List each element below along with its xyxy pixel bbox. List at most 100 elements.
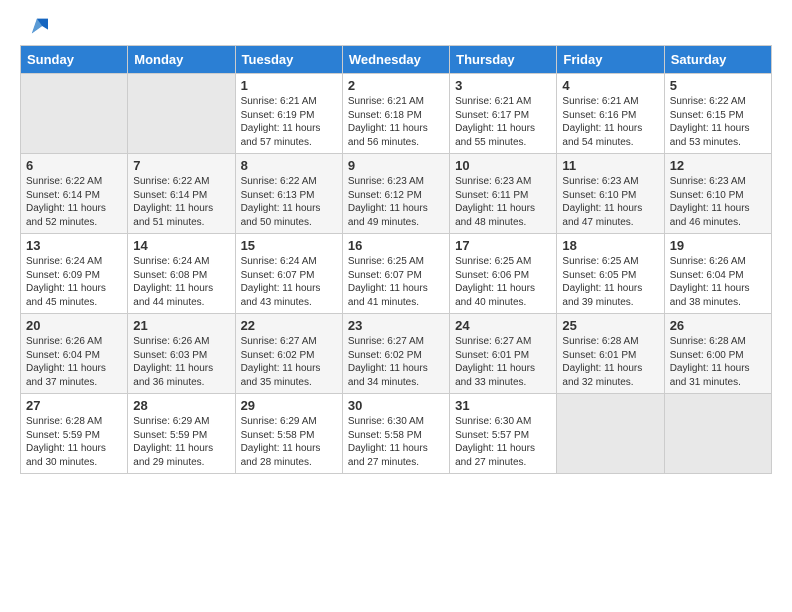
calendar-cell: 24Sunrise: 6:27 AM Sunset: 6:01 PM Dayli… — [450, 314, 557, 394]
calendar-cell: 3 Sunrise: 6:21 AM Sunset: 6:17 PM Daylig… — [450, 74, 557, 154]
cell-info: Sunrise: 6:21 AM Sunset: 6:17 PM Dayligh… — [455, 95, 551, 149]
day-number: 22 — [241, 318, 337, 333]
day-number: 4 — [562, 78, 658, 93]
cell-info: Sunrise: 6:24 AM Sunset: 6:09 PM Dayligh… — [26, 255, 122, 309]
day-number: 19 — [670, 238, 766, 253]
calendar-cell — [664, 394, 771, 474]
day-number: 6 — [26, 158, 122, 173]
calendar-cell: 27 Sunrise: 6:28 AM Sunset: 5:59 PM Dayli… — [21, 394, 128, 474]
calendar-cell — [128, 74, 235, 154]
day-number: 3 — [455, 78, 551, 93]
day-number: 27 — [26, 398, 122, 413]
calendar-cell: 13 Sunrise: 6:24 AM Sunset: 6:09 PM Dayli… — [21, 234, 128, 314]
cell-info: Sunrise: 6:29 AM Sunset: 5:59 PM Dayligh… — [133, 415, 229, 469]
day-number: 11 — [562, 158, 658, 173]
cell-info: Sunrise: 6:26 AM Sunset: 6:03 PM Dayligh… — [133, 335, 229, 389]
page: SundayMondayTuesdayWednesdayThursdayFrid… — [0, 0, 792, 612]
day-number: 30 — [348, 398, 444, 413]
day-header-saturday: Saturday — [664, 46, 771, 74]
cell-info: Sunrise: 6:27 AM Sunset: 6:02 PM Dayligh… — [241, 335, 337, 389]
cell-info: Sunrise: 6:23 AM Sunset: 6:12 PM Dayligh… — [348, 175, 444, 229]
cell-info: Sunrise: 6:24 AM Sunset: 6:08 PM Dayligh… — [133, 255, 229, 309]
calendar-cell: 16 Sunrise: 6:25 AM Sunset: 6:07 PM Dayli… — [342, 234, 449, 314]
cell-info: Sunrise: 6:22 AM Sunset: 6:14 PM Dayligh… — [26, 175, 122, 229]
calendar-cell — [21, 74, 128, 154]
cell-info: Sunrise: 6:27 AM Sunset: 6:02 PM Dayligh… — [348, 335, 444, 389]
calendar-cell: 29 Sunrise: 6:29 AM Sunset: 5:58 PM Dayli… — [235, 394, 342, 474]
day-number: 17 — [455, 238, 551, 253]
calendar-table: SundayMondayTuesdayWednesdayThursdayFrid… — [20, 45, 772, 474]
day-number: 29 — [241, 398, 337, 413]
day-number: 9 — [348, 158, 444, 173]
day-number: 18 — [562, 238, 658, 253]
day-header-thursday: Thursday — [450, 46, 557, 74]
day-number: 21 — [133, 318, 229, 333]
cell-info: Sunrise: 6:25 AM Sunset: 6:06 PM Dayligh… — [455, 255, 551, 309]
day-header-friday: Friday — [557, 46, 664, 74]
cell-info: Sunrise: 6:23 AM Sunset: 6:10 PM Dayligh… — [562, 175, 658, 229]
calendar-cell: 9 Sunrise: 6:23 AM Sunset: 6:12 PM Daylig… — [342, 154, 449, 234]
calendar-cell: 11 Sunrise: 6:23 AM Sunset: 6:10 PM Dayli… — [557, 154, 664, 234]
day-number: 12 — [670, 158, 766, 173]
calendar-cell: 1Sunrise: 6:21 AM Sunset: 6:19 PM Daylig… — [235, 74, 342, 154]
day-number: 13 — [26, 238, 122, 253]
cell-info: Sunrise: 6:22 AM Sunset: 6:14 PM Dayligh… — [133, 175, 229, 229]
cell-info: Sunrise: 6:26 AM Sunset: 6:04 PM Dayligh… — [26, 335, 122, 389]
day-header-monday: Monday — [128, 46, 235, 74]
calendar-cell: 18 Sunrise: 6:25 AM Sunset: 6:05 PM Dayli… — [557, 234, 664, 314]
day-number: 25 — [562, 318, 658, 333]
day-number: 15 — [241, 238, 337, 253]
day-number: 7 — [133, 158, 229, 173]
calendar-cell: 6 Sunrise: 6:22 AM Sunset: 6:14 PM Daylig… — [21, 154, 128, 234]
day-number: 8 — [241, 158, 337, 173]
day-number: 14 — [133, 238, 229, 253]
cell-info: Sunrise: 6:26 AM Sunset: 6:04 PM Dayligh… — [670, 255, 766, 309]
calendar-cell: 21 Sunrise: 6:26 AM Sunset: 6:03 PM Dayli… — [128, 314, 235, 394]
cell-info: Sunrise: 6:28 AM Sunset: 6:00 PM Dayligh… — [670, 335, 766, 389]
day-number: 26 — [670, 318, 766, 333]
day-number: 10 — [455, 158, 551, 173]
calendar-cell: 30Sunrise: 6:30 AM Sunset: 5:58 PM Dayli… — [342, 394, 449, 474]
cell-info: Sunrise: 6:28 AM Sunset: 6:01 PM Dayligh… — [562, 335, 658, 389]
calendar-cell: 7 Sunrise: 6:22 AM Sunset: 6:14 PM Daylig… — [128, 154, 235, 234]
day-number: 5 — [670, 78, 766, 93]
cell-info: Sunrise: 6:21 AM Sunset: 6:16 PM Dayligh… — [562, 95, 658, 149]
cell-info: Sunrise: 6:23 AM Sunset: 6:10 PM Dayligh… — [670, 175, 766, 229]
cell-info: Sunrise: 6:30 AM Sunset: 5:57 PM Dayligh… — [455, 415, 551, 469]
calendar-cell: 4 Sunrise: 6:21 AM Sunset: 6:16 PM Daylig… — [557, 74, 664, 154]
cell-info: Sunrise: 6:21 AM Sunset: 6:19 PM Dayligh… — [241, 95, 337, 149]
day-header-sunday: Sunday — [21, 46, 128, 74]
calendar-cell: 12 Sunrise: 6:23 AM Sunset: 6:10 PM Dayli… — [664, 154, 771, 234]
calendar-cell: 26 Sunrise: 6:28 AM Sunset: 6:00 PM Dayli… — [664, 314, 771, 394]
cell-info: Sunrise: 6:27 AM Sunset: 6:01 PM Dayligh… — [455, 335, 551, 389]
calendar-cell: 19 Sunrise: 6:26 AM Sunset: 6:04 PM Dayli… — [664, 234, 771, 314]
day-number: 16 — [348, 238, 444, 253]
cell-info: Sunrise: 6:24 AM Sunset: 6:07 PM Dayligh… — [241, 255, 337, 309]
cell-info: Sunrise: 6:22 AM Sunset: 6:15 PM Dayligh… — [670, 95, 766, 149]
calendar-cell — [557, 394, 664, 474]
day-header-tuesday: Tuesday — [235, 46, 342, 74]
header — [20, 15, 772, 37]
calendar-cell: 22 Sunrise: 6:27 AM Sunset: 6:02 PM Dayli… — [235, 314, 342, 394]
cell-info: Sunrise: 6:21 AM Sunset: 6:18 PM Dayligh… — [348, 95, 444, 149]
calendar-cell: 2 Sunrise: 6:21 AM Sunset: 6:18 PM Daylig… — [342, 74, 449, 154]
calendar-cell: 8Sunrise: 6:22 AM Sunset: 6:13 PM Daylig… — [235, 154, 342, 234]
calendar-cell: 14 Sunrise: 6:24 AM Sunset: 6:08 PM Dayli… — [128, 234, 235, 314]
calendar-cell: 20 Sunrise: 6:26 AM Sunset: 6:04 PM Dayli… — [21, 314, 128, 394]
cell-info: Sunrise: 6:28 AM Sunset: 5:59 PM Dayligh… — [26, 415, 122, 469]
cell-info: Sunrise: 6:29 AM Sunset: 5:58 PM Dayligh… — [241, 415, 337, 469]
logo-icon — [26, 15, 48, 37]
calendar-cell: 28Sunrise: 6:29 AM Sunset: 5:59 PM Dayli… — [128, 394, 235, 474]
header-row: SundayMondayTuesdayWednesdayThursdayFrid… — [21, 46, 772, 74]
calendar-cell: 10Sunrise: 6:23 AM Sunset: 6:11 PM Dayli… — [450, 154, 557, 234]
logo — [20, 15, 48, 37]
day-number: 2 — [348, 78, 444, 93]
day-header-wednesday: Wednesday — [342, 46, 449, 74]
cell-info: Sunrise: 6:25 AM Sunset: 6:07 PM Dayligh… — [348, 255, 444, 309]
day-number: 20 — [26, 318, 122, 333]
calendar-cell: 5 Sunrise: 6:22 AM Sunset: 6:15 PM Daylig… — [664, 74, 771, 154]
calendar-cell: 17 Sunrise: 6:25 AM Sunset: 6:06 PM Dayli… — [450, 234, 557, 314]
calendar-cell: 25 Sunrise: 6:28 AM Sunset: 6:01 PM Dayli… — [557, 314, 664, 394]
calendar-cell: 23Sunrise: 6:27 AM Sunset: 6:02 PM Dayli… — [342, 314, 449, 394]
cell-info: Sunrise: 6:25 AM Sunset: 6:05 PM Dayligh… — [562, 255, 658, 309]
